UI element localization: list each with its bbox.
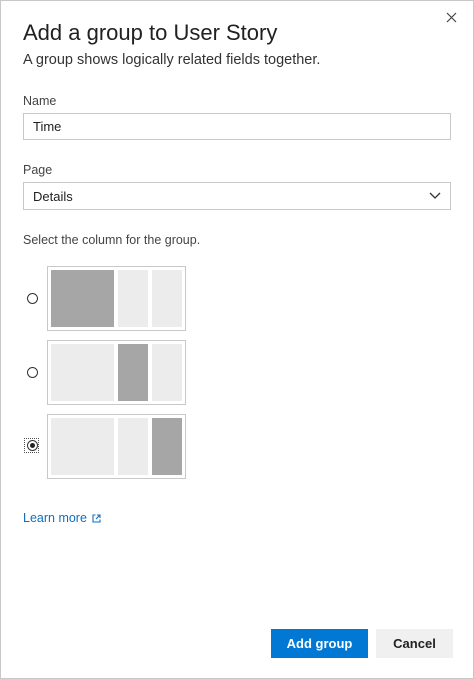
column-instruction: Select the column for the group.: [23, 233, 201, 247]
close-icon: [446, 12, 456, 22]
dialog-subtitle: A group shows logically related fields t…: [23, 52, 321, 68]
column-1-radio[interactable]: [27, 293, 38, 304]
chevron-down-icon: [429, 192, 441, 199]
layout-column-1: [51, 344, 114, 401]
add-group-dialog: Add a group to User Story A group shows …: [0, 0, 474, 679]
layout-column-3: [152, 344, 182, 401]
add-group-button[interactable]: Add group: [271, 629, 368, 658]
layout-column-3: [152, 418, 182, 475]
external-link-icon: [92, 513, 101, 523]
layout-column-3: [152, 270, 182, 327]
dialog-title: Add a group to User Story: [23, 20, 278, 45]
column-2-radio[interactable]: [27, 367, 38, 378]
learn-more-label: Learn more: [23, 511, 87, 525]
layout-column-2: [118, 418, 148, 475]
page-select-value: Details: [33, 188, 73, 204]
column-3-layout[interactable]: [47, 414, 186, 479]
name-input[interactable]: [23, 113, 451, 140]
layout-column-2: [118, 344, 148, 401]
name-label: Name: [23, 94, 57, 108]
page-label: Page: [23, 163, 53, 177]
cancel-button[interactable]: Cancel: [376, 629, 453, 658]
learn-more-link[interactable]: Learn more: [23, 511, 101, 525]
layout-column-1: [51, 270, 114, 327]
layout-column-1: [51, 418, 114, 475]
close-button[interactable]: [441, 7, 461, 27]
column-3-radio[interactable]: [27, 440, 38, 451]
column-1-layout[interactable]: [47, 266, 186, 331]
column-2-layout[interactable]: [47, 340, 186, 405]
layout-column-2: [118, 270, 148, 327]
page-select[interactable]: Details: [23, 182, 451, 210]
